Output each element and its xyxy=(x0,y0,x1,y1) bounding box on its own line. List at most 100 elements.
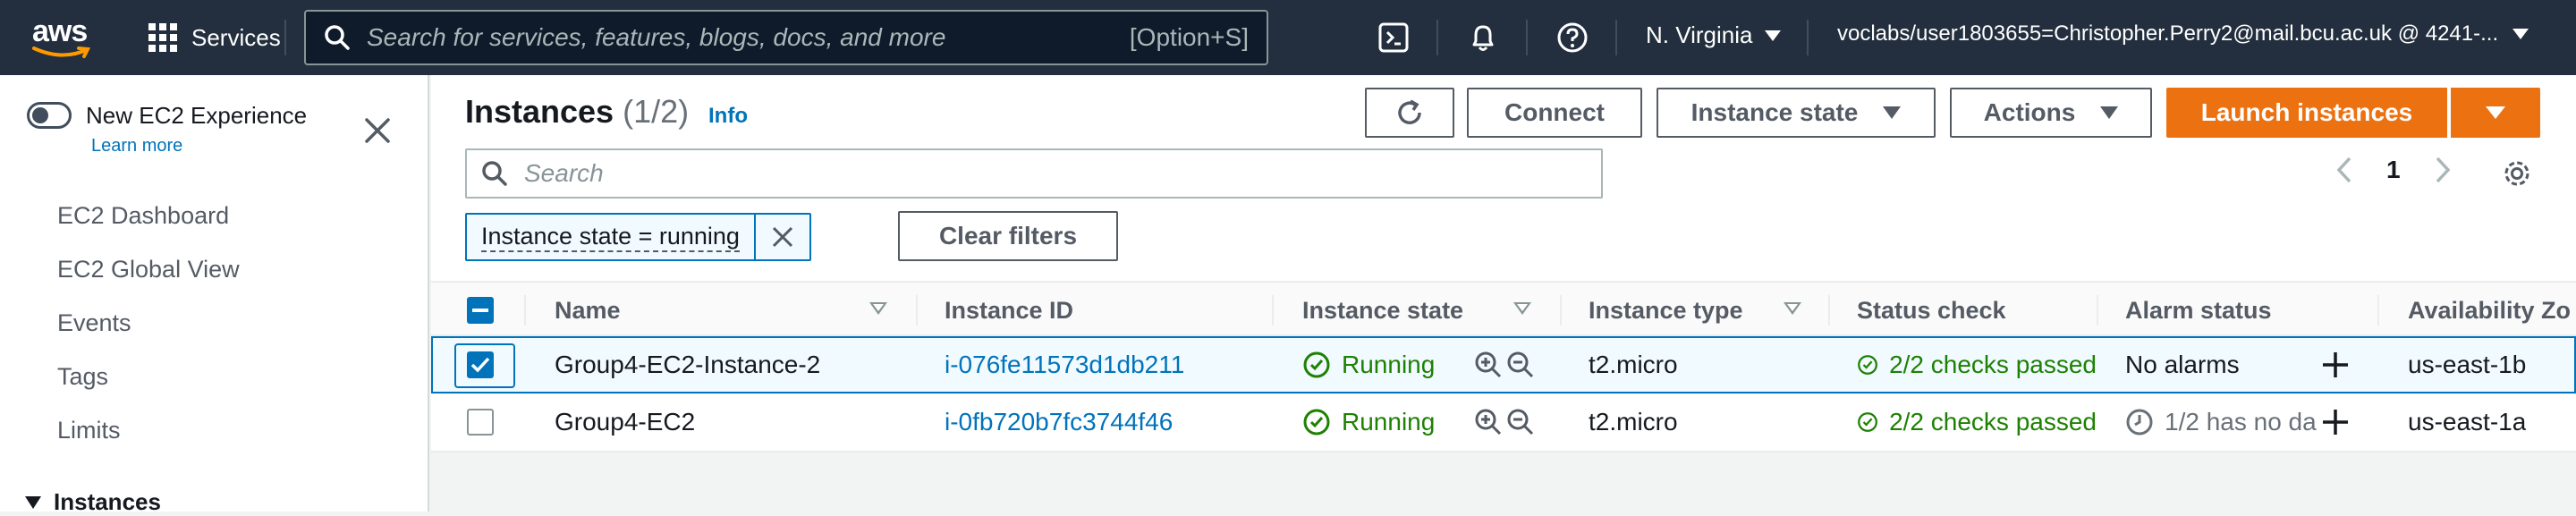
state-zoom-controls xyxy=(1474,338,1535,392)
sort-icon[interactable] xyxy=(869,302,887,315)
filter-token: Instance state = running xyxy=(465,213,811,261)
sort-icon[interactable] xyxy=(1513,302,1531,315)
new-experience-toggle[interactable] xyxy=(27,102,72,129)
table-header: Name Instance ID Instance state Instance… xyxy=(431,281,2576,336)
column-divider xyxy=(916,295,918,326)
sidebar-item-ec2-global-view[interactable]: EC2 Global View xyxy=(57,256,240,283)
sidebar-section-instances[interactable]: Instances xyxy=(25,488,161,516)
state-zoom-controls xyxy=(1474,395,1535,449)
launch-instances-button[interactable]: Launch instances xyxy=(2166,88,2447,138)
filter-token-label[interactable]: Instance state = running xyxy=(467,215,756,259)
instance-state-button[interactable]: Instance state xyxy=(1657,88,1936,138)
learn-more-link[interactable]: Learn more xyxy=(91,136,182,156)
sidebar-item-events[interactable]: Events xyxy=(57,309,131,337)
sidebar-item-tags[interactable]: Tags xyxy=(57,363,108,391)
pagination: 1 xyxy=(2334,156,2453,184)
instance-state: Running xyxy=(1302,395,1435,449)
alarm-status: No alarms xyxy=(2125,351,2240,378)
account-label: voclabs/user1803655=Christopher.Perry2@m… xyxy=(1837,21,2499,46)
column-divider xyxy=(1828,295,1830,326)
aws-smile-icon xyxy=(32,47,91,58)
instance-type: t2.micro xyxy=(1589,351,1678,378)
column-header-name[interactable]: Name xyxy=(555,283,621,338)
select-all-checkbox[interactable] xyxy=(467,283,494,338)
refresh-button[interactable] xyxy=(1365,88,1454,138)
zoom-out-icon[interactable] xyxy=(1506,351,1535,379)
instance-id-link[interactable]: i-076fe11573d1db211 xyxy=(945,338,1184,392)
launch-dropdown-button[interactable] xyxy=(2451,88,2540,138)
instance-state: Running xyxy=(1302,338,1435,392)
search-icon xyxy=(325,25,350,50)
instance-search-input[interactable]: Search xyxy=(465,148,1603,199)
sidebar: New EC2 Experience Learn more EC2 Dashbo… xyxy=(0,75,429,515)
sort-icon[interactable] xyxy=(1784,302,1801,315)
actions-button[interactable]: Actions xyxy=(1950,88,2152,138)
services-label: Services xyxy=(191,23,281,51)
column-header-instance-type[interactable]: Instance type xyxy=(1589,283,1743,338)
caret-down-icon xyxy=(2486,106,2505,119)
clear-filters-button[interactable]: Clear filters xyxy=(898,211,1118,261)
sidebar-item-ec2-dashboard[interactable]: EC2 Dashboard xyxy=(57,202,229,230)
top-navigation: aws Services Search for services, featur… xyxy=(0,0,2576,75)
help-icon[interactable] xyxy=(1556,21,1589,54)
zoom-out-icon[interactable] xyxy=(1506,408,1535,436)
services-menu[interactable]: Services xyxy=(148,20,281,55)
new-experience-label: New EC2 Experience xyxy=(86,102,308,129)
sidebar-section-label: Instances xyxy=(54,488,161,515)
caret-down-icon xyxy=(1883,106,1902,119)
add-alarm-icon[interactable] xyxy=(2320,395,2351,449)
zoom-in-icon[interactable] xyxy=(1474,408,1503,436)
aws-logo[interactable]: aws xyxy=(32,14,97,61)
instance-name: Group4-EC2 xyxy=(555,408,696,436)
check-circle-icon xyxy=(1858,412,1877,432)
chevron-down-icon xyxy=(2512,29,2529,39)
clock-icon xyxy=(2126,409,2153,436)
region-selector[interactable]: N. Virginia xyxy=(1646,21,1782,49)
availability-zone: us-east-1b xyxy=(2408,351,2527,378)
grid-icon xyxy=(148,23,177,52)
column-divider xyxy=(2377,295,2379,326)
column-header-instance-id[interactable]: Instance ID xyxy=(945,283,1073,338)
table-row[interactable]: Group4-EC2-Instance-2 i-076fe11573d1db21… xyxy=(431,336,2576,393)
add-alarm-icon[interactable] xyxy=(2320,338,2351,392)
caret-down-icon xyxy=(2100,106,2119,119)
close-icon[interactable] xyxy=(361,114,394,147)
bell-icon[interactable] xyxy=(1467,21,1499,54)
instance-id-link[interactable]: i-0fb720b7fc3744f46 xyxy=(945,395,1173,449)
chevron-left-icon[interactable] xyxy=(2334,156,2354,184)
nav-divider xyxy=(1615,20,1617,55)
connect-button[interactable]: Connect xyxy=(1467,88,1642,138)
status-check: 2/2 checks passed xyxy=(1857,338,2097,392)
check-circle-icon xyxy=(1303,351,1330,378)
remove-filter-icon[interactable] xyxy=(756,215,809,259)
chevron-right-icon[interactable] xyxy=(2433,156,2453,184)
selection-count: (1/2) xyxy=(623,93,690,130)
instance-type: t2.micro xyxy=(1589,408,1678,436)
main-content: Instances (1/2) Info Connect Instance st… xyxy=(431,75,2576,512)
page-number[interactable]: 1 xyxy=(2386,156,2401,184)
column-header-status-check[interactable]: Status check xyxy=(1857,283,2006,338)
region-label: N. Virginia xyxy=(1646,21,1753,48)
search-placeholder: Search for services, features, blogs, do… xyxy=(367,23,946,51)
column-header-instance-state[interactable]: Instance state xyxy=(1302,283,1463,338)
actions-label: Actions xyxy=(1983,98,2076,126)
row-checkbox[interactable] xyxy=(467,395,494,449)
global-search-input[interactable]: Search for services, features, blogs, do… xyxy=(304,10,1268,65)
column-header-availability-zone[interactable]: Availability Zo xyxy=(2408,283,2571,338)
row-checkbox[interactable] xyxy=(467,338,494,392)
account-menu[interactable]: voclabs/user1803655=Christopher.Perry2@m… xyxy=(1837,21,2529,47)
caret-down-icon xyxy=(25,495,41,509)
column-header-alarm-status[interactable]: Alarm status xyxy=(2125,283,2272,338)
zoom-in-icon[interactable] xyxy=(1474,351,1503,379)
nav-divider xyxy=(1807,20,1809,55)
table-row[interactable]: Group4-EC2 i-0fb720b7fc3744f46 Running t… xyxy=(431,395,2576,453)
instance-state-label: Instance state xyxy=(1690,98,1859,126)
gear-icon[interactable] xyxy=(2501,157,2533,194)
cloudshell-icon[interactable] xyxy=(1377,21,1410,54)
sidebar-item-limits[interactable]: Limits xyxy=(57,417,121,444)
refresh-icon xyxy=(1398,99,1421,124)
info-link[interactable]: Info xyxy=(708,104,748,129)
availability-zone: us-east-1a xyxy=(2408,408,2527,436)
status-check: 2/2 checks passed xyxy=(1857,395,2097,449)
nav-divider xyxy=(1526,20,1528,55)
